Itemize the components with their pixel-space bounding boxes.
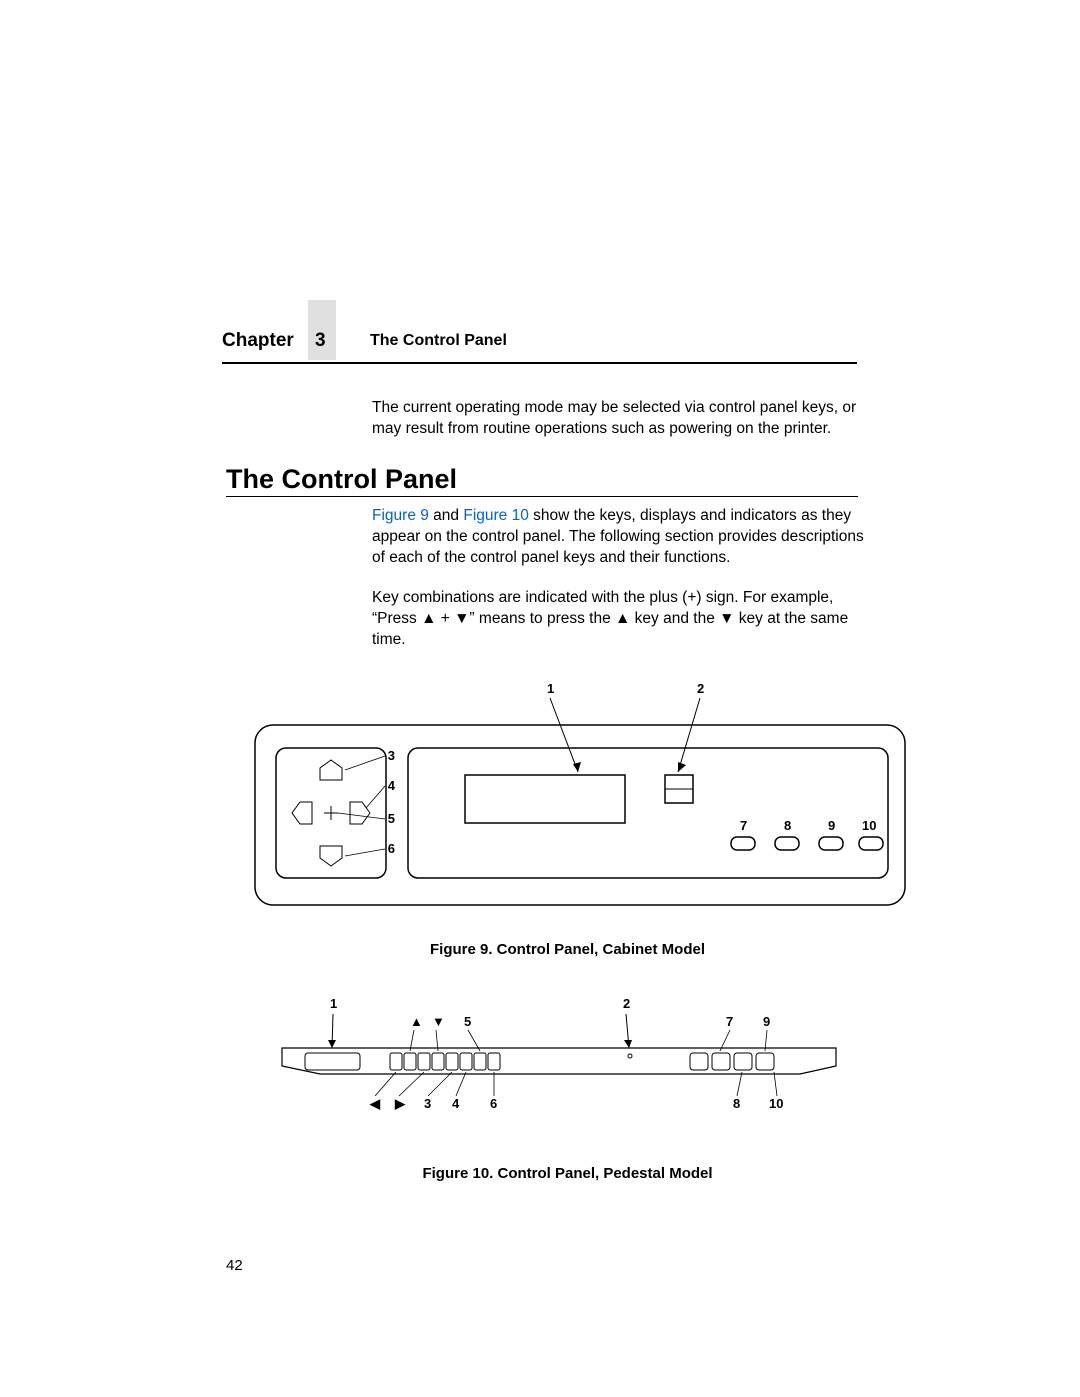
figure-9-caption: Figure 9. Control Panel, Cabinet Model <box>340 941 795 958</box>
chapter-title: The Control Panel <box>370 332 507 350</box>
label-4: 4 <box>388 778 396 793</box>
figure-10-caption: Figure 10. Control Panel, Pedestal Model <box>340 1165 795 1182</box>
right-triangle-icon: ▶ <box>394 1096 406 1111</box>
label-1: 1 <box>330 996 337 1011</box>
header-rule <box>222 362 857 364</box>
intro-paragraph: The current operating mode may be select… <box>372 398 862 440</box>
label-3: 3 <box>424 1096 431 1111</box>
label-9: 9 <box>763 1014 770 1029</box>
label-9: 9 <box>828 818 835 833</box>
left-triangle-icon: ◀ <box>369 1096 381 1111</box>
label-4: 4 <box>452 1096 460 1111</box>
label-6: 6 <box>388 841 395 856</box>
chapter-label: Chapter <box>222 330 294 352</box>
label-5: 5 <box>388 811 395 826</box>
chapter-number: 3 <box>315 330 326 352</box>
text: and <box>429 507 463 524</box>
up-triangle-icon: ▲ <box>410 1014 423 1029</box>
label-8: 8 <box>733 1096 740 1111</box>
figure-9-diagram: 1 2 3 4 5 6 7 8 9 10 <box>250 680 910 920</box>
label-6: 6 <box>490 1096 497 1111</box>
page: Chapter 3 The Control Panel The current … <box>0 0 1080 1397</box>
label-10: 10 <box>862 818 876 833</box>
page-number: 42 <box>226 1257 243 1274</box>
paragraph-1: Figure 9 and Figure 10 show the keys, di… <box>372 506 864 569</box>
label-3: 3 <box>388 748 395 763</box>
figure-9-link[interactable]: Figure 9 <box>372 507 429 524</box>
label-7: 7 <box>726 1014 733 1029</box>
figure-10-link[interactable]: Figure 10 <box>463 507 528 524</box>
label-2: 2 <box>623 996 630 1011</box>
down-triangle-icon: ▼ <box>432 1014 445 1029</box>
label-2: 2 <box>697 681 704 696</box>
label-7: 7 <box>740 818 747 833</box>
label-1: 1 <box>547 681 554 696</box>
section-heading: The Control Panel <box>226 464 457 495</box>
label-10: 10 <box>769 1096 783 1111</box>
figure-10-diagram: 1 2 ▲ ▼ 5 7 9 ◀ ▶ 3 4 6 8 10 <box>280 996 840 1136</box>
label-8: 8 <box>784 818 791 833</box>
label-5: 5 <box>464 1014 471 1029</box>
paragraph-2: Key combinations are indicated with the … <box>372 588 864 651</box>
section-rule <box>226 496 858 497</box>
